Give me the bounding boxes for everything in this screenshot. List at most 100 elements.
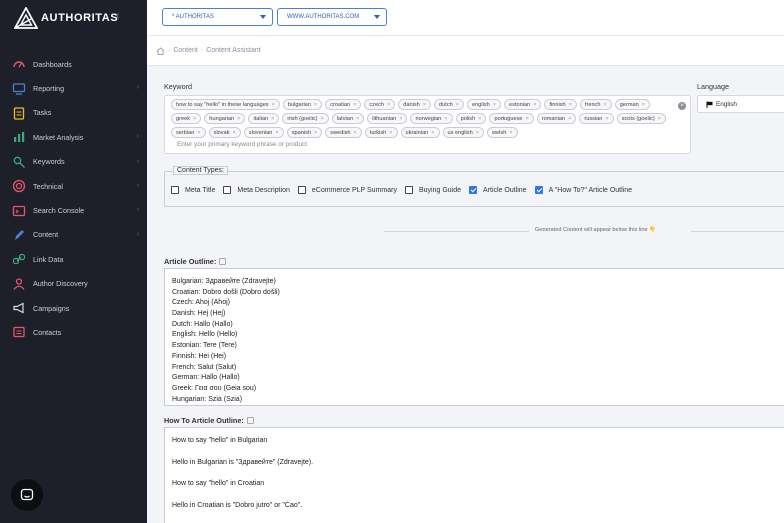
content-type-ecommerce-plp-summary[interactable]: eCommerce PLP Summary xyxy=(297,186,397,194)
remove-chip-icon[interactable]: × xyxy=(399,116,402,122)
remove-chip-icon[interactable]: × xyxy=(272,102,275,108)
outline-line: English: Hello (Hello) xyxy=(172,331,238,339)
article-outline-output[interactable]: Bulgarian: Здравейте (Zdravejte) Croatian… xyxy=(164,268,784,406)
checkbox[interactable] xyxy=(534,186,543,194)
clear-keywords-icon[interactable]: × xyxy=(678,102,686,110)
content-type-buying-guide[interactable]: Buying Guide xyxy=(404,186,461,194)
keyword-chip: ukrainian × xyxy=(400,127,440,138)
remove-chip-icon[interactable]: × xyxy=(568,116,571,122)
checkbox[interactable] xyxy=(297,186,306,194)
keyword-chip-label: slovenian xyxy=(248,129,273,136)
keyword-chip: how to say "hello" in these languages × xyxy=(171,99,280,110)
keyword-chip-label: italian xyxy=(253,115,269,122)
home-icon[interactable] xyxy=(156,46,165,55)
remove-chip-icon[interactable]: × xyxy=(387,102,390,108)
remove-chip-icon[interactable]: × xyxy=(353,102,356,108)
remove-chip-icon[interactable]: × xyxy=(275,130,278,136)
remove-chip-icon[interactable]: × xyxy=(233,130,236,136)
sidebar-item-label: Tasks xyxy=(33,108,52,118)
keyword-field[interactable]: how to say "hello" in these languages × bu… xyxy=(164,95,691,154)
keyword-chip: slovak × xyxy=(208,127,241,138)
remove-chip-icon[interactable]: × xyxy=(314,130,317,136)
project-select-value: * AUTHORITAS xyxy=(172,14,214,20)
sidebar-item-label: Technical xyxy=(33,181,63,191)
remove-chip-icon[interactable]: × xyxy=(525,116,528,122)
keyword-chip: serbian × xyxy=(171,127,206,138)
keyword-chip-label: romanian xyxy=(541,115,566,122)
remove-chip-icon[interactable]: × xyxy=(193,116,196,122)
remove-chip-icon[interactable]: × xyxy=(476,130,479,136)
keyword-chip-label: danish xyxy=(403,101,420,108)
remove-chip-icon[interactable]: × xyxy=(271,116,274,122)
project-select[interactable]: * AUTHORITAS xyxy=(162,8,273,26)
keyword-input[interactable] xyxy=(177,141,577,148)
divider-right xyxy=(691,231,784,232)
content-type-meta-description[interactable]: Meta Description xyxy=(223,186,290,194)
remove-chip-icon[interactable]: × xyxy=(658,116,661,122)
top-bar: * AUTHORITAS WWW.AUTHORITAS.COM xyxy=(147,0,784,36)
howto-outline-title: How To Article Outline: xyxy=(164,416,254,425)
sidebar-item-author-discovery[interactable]: Author Discovery xyxy=(0,272,147,296)
remove-chip-icon[interactable]: × xyxy=(431,130,434,136)
content-type-meta-title[interactable]: Meta Title xyxy=(171,186,215,194)
checkbox[interactable] xyxy=(404,186,413,194)
copy-icon[interactable] xyxy=(246,417,254,424)
sidebar-item-technical[interactable]: Technical › xyxy=(0,174,147,198)
collapse-sidebar-button[interactable]: ‹ xyxy=(116,10,126,24)
logo[interactable]: AUTHORITAS xyxy=(14,7,118,29)
remove-chip-icon[interactable]: × xyxy=(493,102,496,108)
remove-chip-icon[interactable]: × xyxy=(533,102,536,108)
sidebar-item-reporting[interactable]: Reporting › xyxy=(0,76,147,100)
keyword-chip-label: portuguese xyxy=(494,115,523,122)
sidebar-item-market-analysis[interactable]: Market Analysis › xyxy=(0,125,147,149)
remove-chip-icon[interactable]: × xyxy=(456,102,459,108)
remove-chip-icon[interactable]: × xyxy=(356,116,359,122)
sidebar-item-dashboards[interactable]: Dashboards xyxy=(0,52,147,76)
remove-chip-icon[interactable]: × xyxy=(605,116,608,122)
keyword-label: Keyword xyxy=(164,82,192,91)
remove-chip-icon[interactable]: × xyxy=(603,102,606,108)
keyword-chip-label: slovak xyxy=(213,129,230,136)
remove-chip-icon[interactable]: × xyxy=(569,102,572,108)
remove-chip-icon[interactable]: × xyxy=(478,116,481,122)
language-select[interactable]: English xyxy=(697,95,784,113)
copy-icon[interactable] xyxy=(219,258,227,265)
howto-outline-output[interactable]: How to say "hello" in Bulgarian Hello in … xyxy=(164,427,784,523)
sidebar-item-label: Market Analysis xyxy=(33,132,84,142)
keyword-chip: hungarian × xyxy=(204,113,246,124)
content-type-a-how-to-article-outline[interactable]: A "How To?" Article Outline xyxy=(534,186,632,194)
content-type-article-outline[interactable]: Article Outline xyxy=(469,186,527,194)
remove-chip-icon[interactable]: × xyxy=(197,130,200,136)
domain-select[interactable]: WWW.AUTHORITAS.COM xyxy=(277,8,387,26)
sidebar-item-keywords[interactable]: Keywords › xyxy=(0,150,147,174)
checkbox[interactable] xyxy=(469,186,477,194)
chevron-right-icon: › xyxy=(136,206,139,214)
remove-chip-icon[interactable]: × xyxy=(423,102,426,108)
remove-chip-icon[interactable]: × xyxy=(444,116,447,122)
keyword-chip: us english × xyxy=(442,127,484,138)
keyword-chip-label: irish (goelic) xyxy=(287,115,318,122)
sidebar-item-content[interactable]: Content › xyxy=(0,223,147,247)
checkbox[interactable] xyxy=(171,186,179,194)
remove-chip-icon[interactable]: × xyxy=(509,130,512,136)
sidebar-item-search-console[interactable]: Search Console › xyxy=(0,198,147,222)
megaphone-icon xyxy=(12,301,26,315)
keyword-chip-label: czech xyxy=(369,101,384,108)
keyword-chip: croatian × xyxy=(325,99,362,110)
remove-chip-icon[interactable]: × xyxy=(389,130,392,136)
sidebar-item-tasks[interactable]: Tasks xyxy=(0,101,147,125)
remove-chip-icon[interactable]: × xyxy=(642,102,645,108)
sidebar-item-campaigns[interactable]: Campaigns xyxy=(0,296,147,320)
chevron-right-icon: › xyxy=(136,181,139,189)
sidebar-item-contacts[interactable]: Contacts xyxy=(0,320,147,344)
sidebar-item-link-data[interactable]: Link Data xyxy=(0,247,147,271)
checkbox[interactable] xyxy=(223,186,232,194)
article-outline-lines: Bulgarian: Здравейте (Zdravejte) Croatian… xyxy=(172,277,781,405)
remove-chip-icon[interactable]: × xyxy=(353,130,356,136)
keyword-chip: greek × xyxy=(171,113,202,124)
chat-button[interactable] xyxy=(11,479,43,511)
remove-chip-icon[interactable]: × xyxy=(321,116,324,122)
remove-chip-icon[interactable]: × xyxy=(314,102,317,108)
remove-chip-icon[interactable]: × xyxy=(237,116,240,122)
breadcrumb-content[interactable]: Content xyxy=(173,47,198,54)
